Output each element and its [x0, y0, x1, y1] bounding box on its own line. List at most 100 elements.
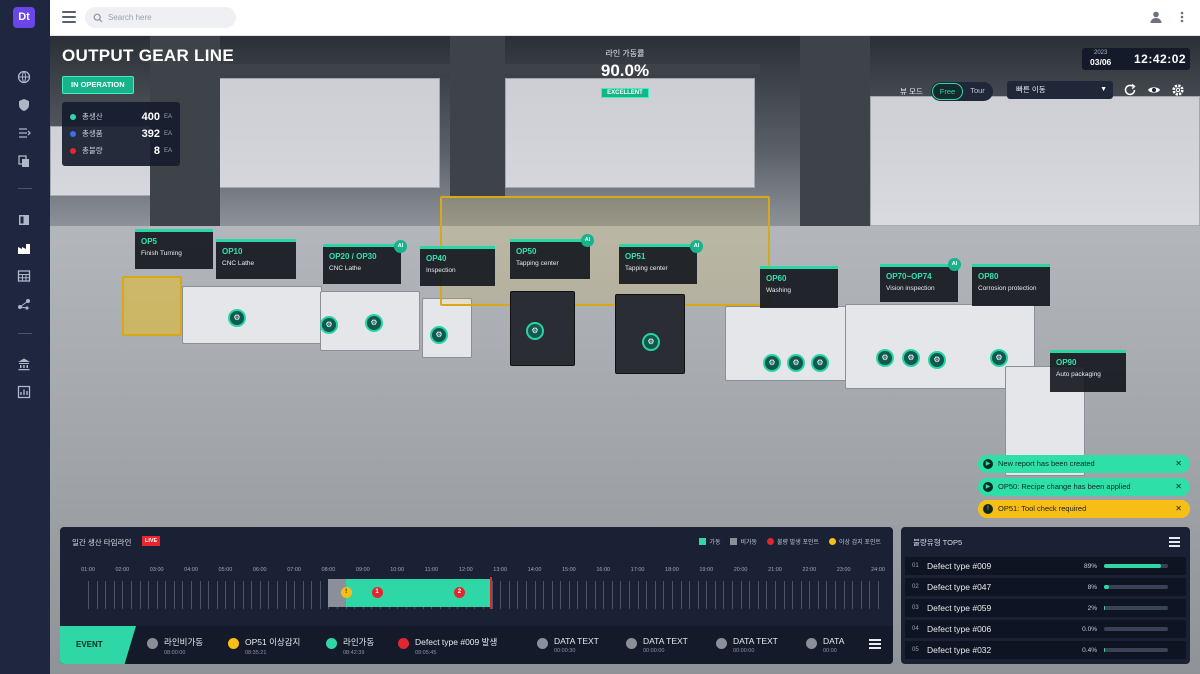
machine-status-badge[interactable]: ⚙ [811, 354, 829, 372]
list-menu-icon[interactable] [869, 639, 881, 649]
machine-status-badge[interactable]: ⚙ [990, 349, 1008, 367]
station-code: OP80 [978, 272, 999, 281]
station-label-op5[interactable]: OP5 Finish Turning [135, 229, 213, 269]
running-segment[interactable] [345, 579, 490, 607]
timeline-tick [628, 581, 630, 609]
defect-row[interactable]: 04 Defect type #006 0.0% [905, 620, 1186, 638]
production-timeline-panel: 일간 생산 타임라인 LIVE 가동 비가동 불량 발생 포인트 이상 감지 포… [60, 527, 893, 664]
machine-status-badge[interactable]: ⚙ [787, 354, 805, 372]
machine-op60[interactable] [725, 306, 850, 381]
event-item[interactable]: DATA 00:00 [806, 636, 844, 654]
more-options-icon[interactable] [1175, 10, 1189, 24]
station-label-op90[interactable]: OP90 Auto packaging [1050, 350, 1126, 392]
defect-row[interactable]: 02 Defect type #047 8% [905, 578, 1186, 596]
notification-toast[interactable]: ▶ OP50: Recipe change has been applied ✕ [978, 478, 1190, 496]
shield-icon[interactable] [17, 98, 31, 112]
queue-icon[interactable] [17, 126, 31, 140]
event-item[interactable]: 라인비가동 08:00:00 [147, 636, 203, 656]
factory-icon[interactable] [17, 241, 31, 255]
defect-bar [1104, 585, 1168, 589]
station-code: OP5 [141, 237, 158, 246]
notification-text: New report has been created [998, 459, 1095, 468]
station-label-op50[interactable]: OP50 Tapping center [510, 239, 590, 279]
station-label-op10[interactable]: OP10 CNC Lathe [216, 239, 296, 279]
machine-op10[interactable] [182, 286, 322, 344]
timeline-tick [105, 581, 107, 609]
machine-status-badge[interactable]: ⚙ [876, 349, 894, 367]
station-label-op51[interactable]: OP51 Tapping center [619, 244, 697, 284]
defect-row[interactable]: 01 Defect type #009 89% [905, 557, 1186, 575]
search-box[interactable] [85, 7, 236, 28]
machine-status-badge[interactable]: ⚙ [365, 314, 383, 332]
station-label-op20-op30[interactable]: OP20 / OP30 CNC Lathe [323, 244, 401, 284]
quick-move-select[interactable]: 빠른 이동 ▼ [1007, 81, 1113, 99]
defect-row[interactable]: 05 Defect type #032 0.4% [905, 641, 1186, 659]
view-mode-free[interactable]: Free [931, 83, 964, 100]
notification-text: OP51: Tool check required [998, 504, 1087, 513]
view-mode-tour[interactable]: Tour [963, 83, 992, 100]
event-item[interactable]: DATA TEXT 00:00:00 [716, 636, 778, 654]
copy-icon[interactable] [17, 154, 31, 168]
machine-status-badge[interactable]: ⚙ [320, 316, 338, 334]
event-item[interactable]: DATA TEXT 00:00:30 [537, 636, 599, 654]
station-code: OP50 [516, 247, 537, 256]
settings-icon[interactable] [1171, 83, 1185, 97]
defect-bar [1104, 648, 1168, 652]
bank-icon[interactable] [17, 357, 31, 371]
eye-icon[interactable] [1147, 83, 1161, 97]
machine-status-badge[interactable]: ⚙ [763, 354, 781, 372]
event-item[interactable]: OP51 이상감지 08:35:21 [228, 636, 300, 656]
notification-toast[interactable]: ! OP51: Tool check required ✕ [978, 500, 1190, 518]
chart-icon[interactable] [17, 385, 31, 399]
user-icon[interactable] [1149, 10, 1163, 24]
machine-status-badge[interactable]: ⚙ [526, 322, 544, 340]
timeline-tick [723, 581, 725, 609]
factory-3d-view[interactable]: ⚙ ⚙ ⚙ ⚙ ⚙ ⚙ ⚙ ⚙ ⚙ ⚙ ⚙ ⚙ ⚙ OUTPUT GEAR LI… [50, 36, 1200, 674]
machine-op5[interactable] [122, 276, 182, 336]
machine-status-badge[interactable]: ⚙ [430, 326, 448, 344]
timeline-tick [130, 581, 132, 609]
station-name: Vision inspection [886, 285, 935, 292]
timeline-tick [740, 581, 742, 609]
timeline-tick [225, 581, 227, 609]
close-icon[interactable]: ✕ [1175, 500, 1182, 518]
table-icon[interactable] [17, 269, 31, 283]
timeline-hour-label: 04:00 [184, 567, 198, 573]
machine-status-badge[interactable]: ⚙ [902, 349, 920, 367]
station-label-op40[interactable]: OP40 Inspection [420, 246, 495, 286]
close-icon[interactable]: ✕ [1175, 478, 1182, 496]
event-dot [326, 638, 337, 649]
event-bar: EVENT 라인비가동 08:00:00 OP51 이상감지 08:35:21 라인… [60, 626, 893, 664]
anomaly-point-marker[interactable]: ! [340, 587, 352, 598]
timeline-tick [96, 581, 98, 609]
globe-icon[interactable] [17, 70, 31, 84]
event-item[interactable]: 라인가동 08:42:39 [326, 636, 374, 656]
layout-icon[interactable] [17, 213, 31, 227]
timeline-tick [508, 581, 510, 609]
station-label-op70-op74[interactable]: OP70~OP74 Vision inspection [880, 264, 958, 302]
search-input[interactable] [108, 13, 228, 22]
event-title: 라인비가동 [164, 637, 204, 647]
event-item[interactable]: DATA TEXT 00:00:00 [626, 636, 688, 654]
list-menu-icon[interactable] [1169, 537, 1180, 547]
machine-status-badge[interactable]: ⚙ [642, 333, 660, 351]
menu-icon[interactable] [62, 11, 76, 23]
notification-toast[interactable]: ▶ New report has been created ✕ [978, 455, 1190, 473]
app-logo[interactable]: Dt [13, 7, 35, 28]
column [450, 36, 505, 196]
defect-point-marker[interactable]: 1 [371, 587, 383, 598]
refresh-icon[interactable] [1123, 83, 1137, 97]
event-title: Defect type #009 발생 [415, 637, 498, 647]
station-label-op60[interactable]: OP60 Washing [760, 266, 838, 308]
station-code: OP40 [426, 254, 447, 263]
network-icon[interactable] [17, 297, 31, 311]
defect-row[interactable]: 03 Defect type #059 2% [905, 599, 1186, 617]
machine-status-badge[interactable]: ⚙ [228, 309, 246, 327]
defect-point-marker[interactable]: 2 [453, 587, 465, 598]
machine-status-badge[interactable]: ⚙ [928, 351, 946, 369]
machine-op40[interactable] [422, 298, 472, 358]
close-icon[interactable]: ✕ [1175, 455, 1182, 473]
event-item[interactable]: Defect type #009 발생 09:05:45 [398, 636, 497, 656]
station-label-op80[interactable]: OP80 Corrosion protection [972, 264, 1050, 306]
timeline-hour-label: 19:00 [699, 567, 714, 573]
